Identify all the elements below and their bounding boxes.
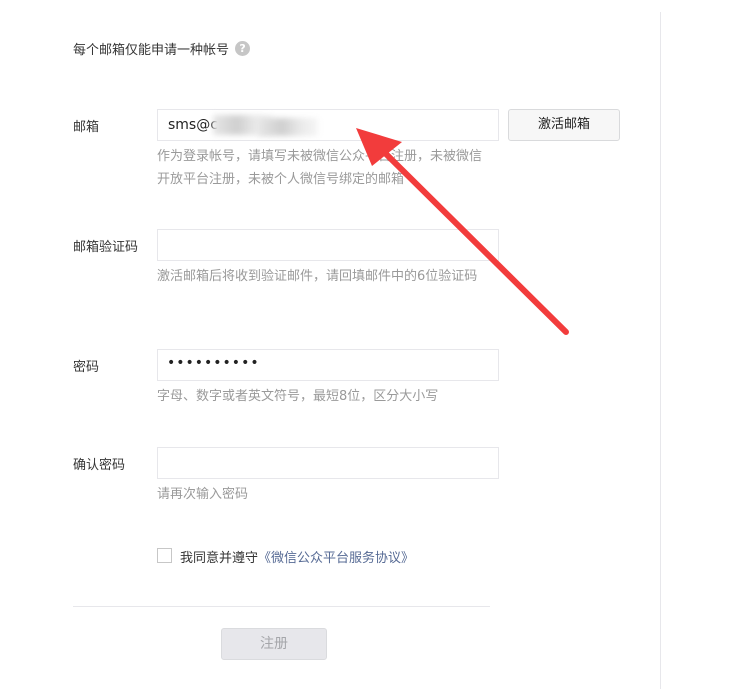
email-label: 邮箱 bbox=[73, 120, 100, 135]
password-label: 密码 bbox=[73, 360, 100, 375]
redacted-blur bbox=[258, 118, 318, 136]
confirm-password-input[interactable] bbox=[157, 447, 499, 479]
agreement-checkbox[interactable] bbox=[157, 548, 172, 563]
agreement-text: 我同意并遵守《微信公众平台服务协议》 bbox=[180, 547, 414, 566]
password-hint: 字母、数字或者英文符号，最短8位，区分大小写 bbox=[157, 389, 439, 404]
form-divider bbox=[73, 606, 490, 607]
email-code-hint: 激活邮箱后将收到验证邮件，请回填邮件中的6位验证码 bbox=[157, 269, 478, 284]
password-masked-value: •••••••••• bbox=[167, 355, 260, 371]
agreement-label: 我同意并遵守 bbox=[180, 551, 259, 566]
question-circle-icon[interactable]: ? bbox=[235, 41, 251, 56]
confirm-password-label: 确认密码 bbox=[73, 458, 126, 473]
email-value: sms@c bbox=[168, 117, 218, 133]
register-button[interactable]: 注册 bbox=[221, 628, 327, 660]
right-divider bbox=[660, 12, 661, 689]
notice-text: 每个邮箱仅能申请一种帐号 bbox=[73, 43, 230, 58]
email-code-label: 邮箱验证码 bbox=[73, 240, 139, 255]
email-code-input[interactable] bbox=[157, 229, 499, 261]
email-hint: 作为登录帐号，请填写未被微信公众平台注册，未被微信开放平台注册，未被个人微信号绑… bbox=[157, 149, 483, 187]
activate-email-button[interactable]: 激活邮箱 bbox=[508, 109, 620, 141]
service-agreement-link[interactable]: 《微信公众平台服务协议》 bbox=[258, 551, 414, 566]
account-notice: 每个邮箱仅能申请一种帐号 ? bbox=[73, 39, 251, 58]
confirm-password-hint: 请再次输入密码 bbox=[157, 487, 249, 502]
annotation-arrow-icon bbox=[356, 128, 569, 335]
